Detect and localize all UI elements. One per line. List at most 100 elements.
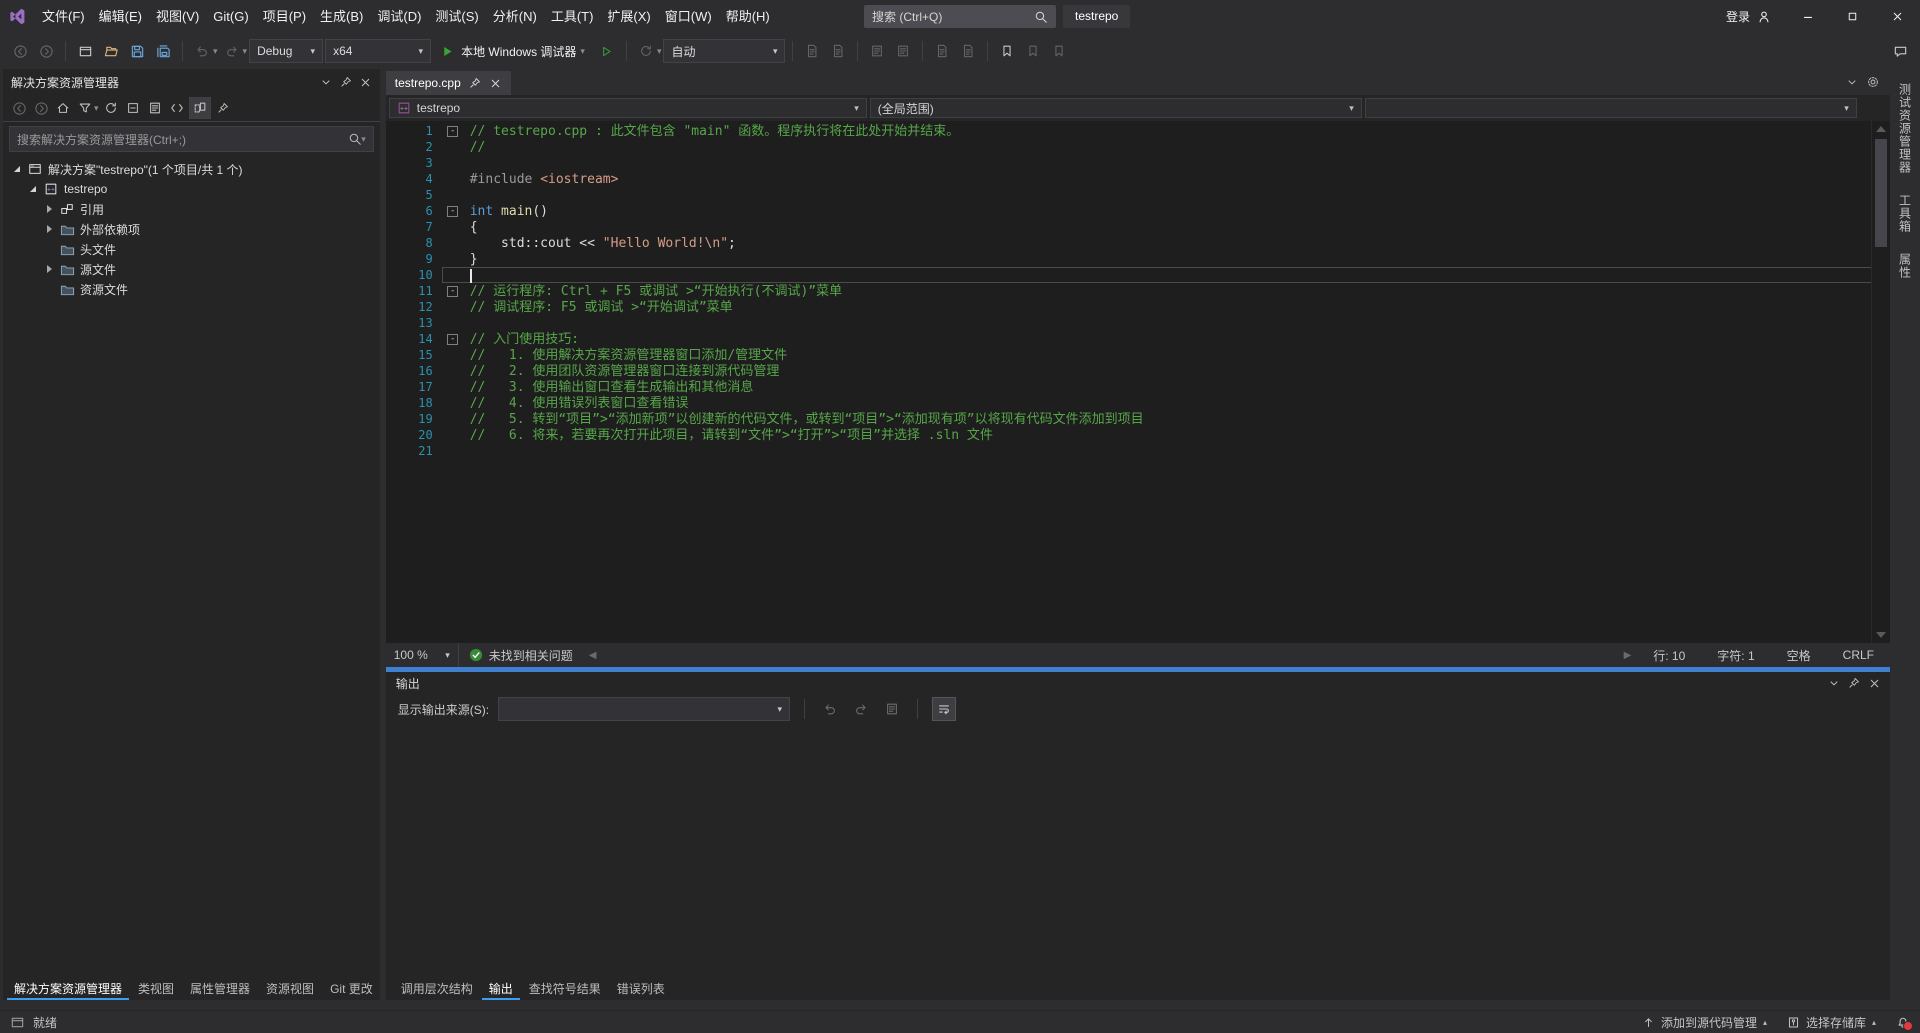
redo-dropdown[interactable]: ▾ <box>243 46 248 57</box>
select-repository-button[interactable]: 选择存储库 ▴ <box>1787 1014 1876 1031</box>
document-tab[interactable]: testrepo.cpp <box>386 71 511 95</box>
se-sync-button[interactable] <box>101 98 121 118</box>
right-auto-hide-tab[interactable]: 工具箱 <box>1897 194 1914 233</box>
right-auto-hide-tab[interactable]: 测试资源管理器 <box>1897 83 1914 174</box>
left-dock-tab[interactable]: 资源视图 <box>259 978 321 1000</box>
menu-item[interactable]: 窗口(W) <box>658 0 719 33</box>
open-file-button[interactable] <box>99 39 123 63</box>
background-tasks-icon[interactable] <box>10 1015 25 1030</box>
menu-item[interactable]: 编辑(E) <box>92 0 149 33</box>
right-auto-hide-tab[interactable]: 属性 <box>1897 253 1914 279</box>
output-word-wrap-button[interactable] <box>932 697 956 721</box>
fold-collapse-icon[interactable]: - <box>447 206 458 217</box>
tree-item[interactable]: 源文件 <box>3 259 380 279</box>
se-home-button[interactable] <box>53 98 73 118</box>
document-list-dropdown-icon[interactable] <box>1846 76 1858 88</box>
panel-pin-button[interactable] <box>336 72 356 92</box>
uncomment-button[interactable] <box>956 39 980 63</box>
toggle-bookmark-button[interactable] <box>995 39 1019 63</box>
output-position-button[interactable] <box>1824 673 1844 693</box>
se-filter-dropdown[interactable]: ▾ <box>94 103 99 114</box>
solution-platform-combo[interactable]: x64▾ <box>325 39 431 63</box>
tree-item[interactable]: 头文件 <box>3 239 380 259</box>
save-button[interactable] <box>125 39 149 63</box>
new-project-button[interactable] <box>73 39 97 63</box>
se-view-code-button[interactable] <box>167 98 187 118</box>
close-button[interactable] <box>1875 0 1920 33</box>
fold-marker[interactable]: - <box>443 204 463 218</box>
output-find-next-button[interactable] <box>850 698 872 720</box>
redo-button[interactable] <box>220 39 244 63</box>
editor-horizontal-scrollbar[interactable]: ◀ ▶ <box>583 643 1638 667</box>
nav-project-combo[interactable]: ++ testrepo ▾ <box>389 98 867 118</box>
fold-collapse-icon[interactable]: - <box>447 286 458 297</box>
fold-collapse-icon[interactable]: - <box>447 334 458 345</box>
tree-item[interactable]: 外部依赖项 <box>3 219 380 239</box>
menu-item[interactable]: 扩展(X) <box>600 0 657 33</box>
tree-item[interactable]: 资源文件 <box>3 279 380 299</box>
menu-item[interactable]: 项目(P) <box>256 0 313 33</box>
se-collapse-all-button[interactable] <box>123 98 143 118</box>
menu-item[interactable]: Git(G) <box>206 0 255 33</box>
left-dock-tab[interactable]: Git 更改 <box>323 978 380 1000</box>
output-clear-all-button[interactable] <box>881 698 903 720</box>
fold-marker[interactable]: - <box>443 124 463 138</box>
solution-configuration-combo[interactable]: Debug▾ <box>249 39 323 63</box>
panel-position-button[interactable] <box>316 72 336 92</box>
output-panel-header[interactable]: 输出 <box>386 672 1890 694</box>
output-pin-button[interactable] <box>1844 673 1864 693</box>
quick-search-box[interactable]: 搜索 (Ctrl+Q) <box>864 5 1056 28</box>
left-dock-tab[interactable]: 属性管理器 <box>183 978 257 1000</box>
tree-expander[interactable] <box>9 166 25 172</box>
hot-reload-dropdown[interactable]: ▾ <box>657 46 662 57</box>
save-all-button[interactable] <box>151 39 175 63</box>
se-properties-button[interactable] <box>145 98 165 118</box>
menu-item[interactable]: 测试(S) <box>428 0 485 33</box>
fold-marker[interactable]: - <box>443 332 463 346</box>
bottom-dock-tab[interactable]: 查找符号结果 <box>522 978 608 1000</box>
outdent-button[interactable] <box>891 39 915 63</box>
immediate-window-button[interactable] <box>826 39 850 63</box>
se-back-button[interactable] <box>9 98 29 118</box>
send-feedback-button[interactable] <box>1888 39 1912 63</box>
tree-expander[interactable] <box>41 205 57 213</box>
hot-reload-button[interactable] <box>634 39 658 63</box>
tree-expander[interactable] <box>41 225 57 233</box>
undo-dropdown[interactable]: ▾ <box>213 46 218 57</box>
menu-item[interactable]: 视图(V) <box>149 0 206 33</box>
se-filter-button[interactable] <box>75 98 95 118</box>
code-editor[interactable]: 1-// testrepo.cpp : 此文件包含 "main" 函数。程序执行… <box>386 121 1890 643</box>
menu-item[interactable]: 调试(D) <box>370 0 428 33</box>
search-options-dropdown[interactable]: ▾ <box>361 134 366 145</box>
menu-item[interactable]: 分析(N) <box>486 0 544 33</box>
bottom-dock-tab[interactable]: 输出 <box>482 978 520 1000</box>
nav-scope-combo[interactable]: (全局范围)▾ <box>870 98 1362 118</box>
scroll-down-arrow[interactable] <box>1876 632 1886 638</box>
start-without-debugging-button[interactable] <box>595 39 619 63</box>
comment-button[interactable] <box>930 39 954 63</box>
char-indicator[interactable]: 字符: 1 <box>1701 643 1770 667</box>
editor-vertical-scrollbar[interactable] <box>1871 121 1890 643</box>
menu-item[interactable]: 生成(B) <box>313 0 370 33</box>
se-show-all-files-button[interactable] <box>189 97 211 119</box>
watch-mode-combo[interactable]: 自动▾ <box>663 39 785 63</box>
pin-tab-icon[interactable] <box>469 77 481 89</box>
tree-item[interactable]: 解决方案"testrepo"(1 个项目/共 1 个) <box>3 159 380 179</box>
indent-button[interactable] <box>865 39 889 63</box>
scrollbar-thumb[interactable] <box>1875 139 1887 247</box>
tree-expander[interactable] <box>25 186 41 192</box>
scroll-right-arrow[interactable]: ▶ <box>1624 650 1632 661</box>
maximize-button[interactable] <box>1830 0 1875 33</box>
tree-item[interactable]: ++testrepo <box>3 179 380 199</box>
menu-item[interactable]: 工具(T) <box>544 0 601 33</box>
fold-marker[interactable]: - <box>443 284 463 298</box>
bottom-dock-tab[interactable]: 调用层次结构 <box>394 978 480 1000</box>
fold-collapse-icon[interactable]: - <box>447 126 458 137</box>
line-indicator[interactable]: 行: 10 <box>1637 643 1701 667</box>
close-tab-icon[interactable] <box>489 77 502 90</box>
minimize-button[interactable] <box>1785 0 1830 33</box>
tree-item[interactable]: 引用 <box>3 199 380 219</box>
nav-member-combo[interactable]: ▾ <box>1365 98 1857 118</box>
scroll-up-arrow[interactable] <box>1876 126 1886 132</box>
editor-options-icon[interactable] <box>1866 75 1880 89</box>
